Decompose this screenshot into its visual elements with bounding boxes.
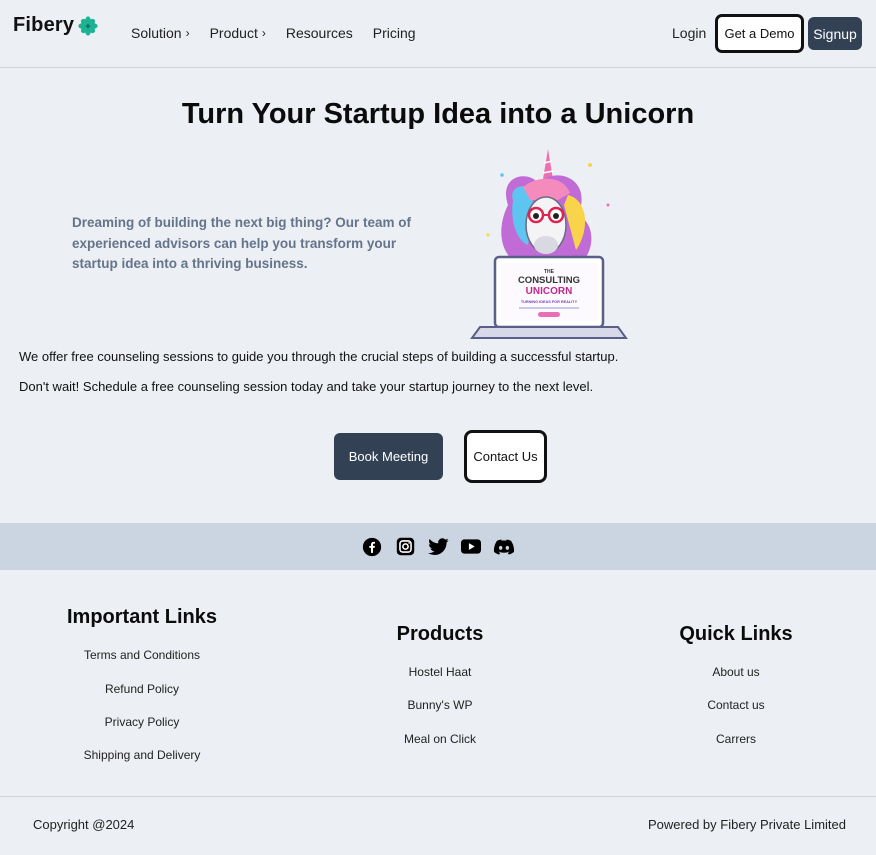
page-title: Turn Your Startup Idea into a Unicorn xyxy=(181,98,695,130)
illustration-text: TURNING IDEAS FOR REALITY xyxy=(521,300,578,304)
facebook-icon[interactable] xyxy=(362,536,383,557)
nav-product[interactable]: Product › xyxy=(210,25,266,41)
footer-products: Products Hostel Haat Bunny's WP Meal on … xyxy=(340,623,540,746)
copyright-text: Copyright @2024 xyxy=(33,817,135,832)
powered-by-text: Powered by Fibery Private Limited xyxy=(648,817,846,832)
get-demo-button[interactable]: Get a Demo xyxy=(715,14,804,53)
signup-button[interactable]: Signup xyxy=(808,17,862,50)
footer-quick-links: Quick Links About us Contact us Carrers xyxy=(636,623,836,746)
nav-resources[interactable]: Resources xyxy=(286,25,353,41)
footer-link-shipping[interactable]: Shipping and Delivery xyxy=(42,748,242,762)
logo[interactable]: Fibery xyxy=(13,14,99,37)
footer-link-hostel-haat[interactable]: Hostel Haat xyxy=(340,665,540,679)
chevron-right-icon: › xyxy=(261,26,266,40)
hero-description: Dreaming of building the next big thing?… xyxy=(72,215,411,271)
chevron-right-icon: › xyxy=(185,26,190,40)
footer-link-privacy[interactable]: Privacy Policy xyxy=(42,715,242,729)
flower-icon xyxy=(78,15,98,36)
nav-pricing[interactable]: Pricing xyxy=(373,25,416,41)
nav-solution[interactable]: Solution › xyxy=(131,25,190,41)
login-link[interactable]: Login xyxy=(672,25,706,41)
footer-column-title: Products xyxy=(396,623,484,645)
footer-link-careers[interactable]: Carrers xyxy=(636,732,836,746)
nav-label: Pricing xyxy=(372,25,416,41)
contact-us-button[interactable]: Contact Us xyxy=(464,430,547,483)
illustration-text: CONSULTING xyxy=(518,275,580,286)
social-bar xyxy=(0,523,876,570)
instagram-icon[interactable] xyxy=(395,536,416,557)
main-nav: Solution › Product › Resources Pricing xyxy=(131,25,436,41)
footer-important-links: Important Links Terms and Conditions Ref… xyxy=(42,606,242,762)
youtube-icon[interactable] xyxy=(461,536,482,557)
consulting-unicorn-illustration: THE CONSULTING UNICORN TURNING IDEAS FOR… xyxy=(470,149,628,339)
footer-link-bunnys-wp[interactable]: Bunny's WP xyxy=(340,698,540,712)
nav-label: Product xyxy=(209,25,258,41)
footer-link-terms[interactable]: Terms and Conditions xyxy=(42,648,242,662)
intro-paragraph: We offer free counseling sessions to gui… xyxy=(19,349,619,364)
footer-link-contact[interactable]: Contact us xyxy=(636,698,836,712)
site-header: Fibery Solution › Product › Resources Pr… xyxy=(0,0,876,68)
footer-column-title: Quick Links xyxy=(679,623,793,645)
footer-link-meal-on-click[interactable]: Meal on Click xyxy=(340,732,540,746)
twitter-icon[interactable] xyxy=(427,536,449,557)
nav-label: Solution xyxy=(131,25,182,41)
illustration-text: UNICORN xyxy=(526,286,573,297)
logo-text: Fibery xyxy=(13,14,75,36)
footer-divider xyxy=(0,796,876,797)
discord-icon[interactable] xyxy=(494,536,515,557)
footer-column-title: Important Links xyxy=(66,606,217,628)
cta-paragraph: Don't wait! Schedule a free counseling s… xyxy=(19,379,594,394)
footer-link-refund[interactable]: Refund Policy xyxy=(42,682,242,696)
nav-label: Resources xyxy=(285,25,353,41)
footer-link-about[interactable]: About us xyxy=(636,665,836,679)
book-meeting-button[interactable]: Book Meeting xyxy=(334,433,443,480)
